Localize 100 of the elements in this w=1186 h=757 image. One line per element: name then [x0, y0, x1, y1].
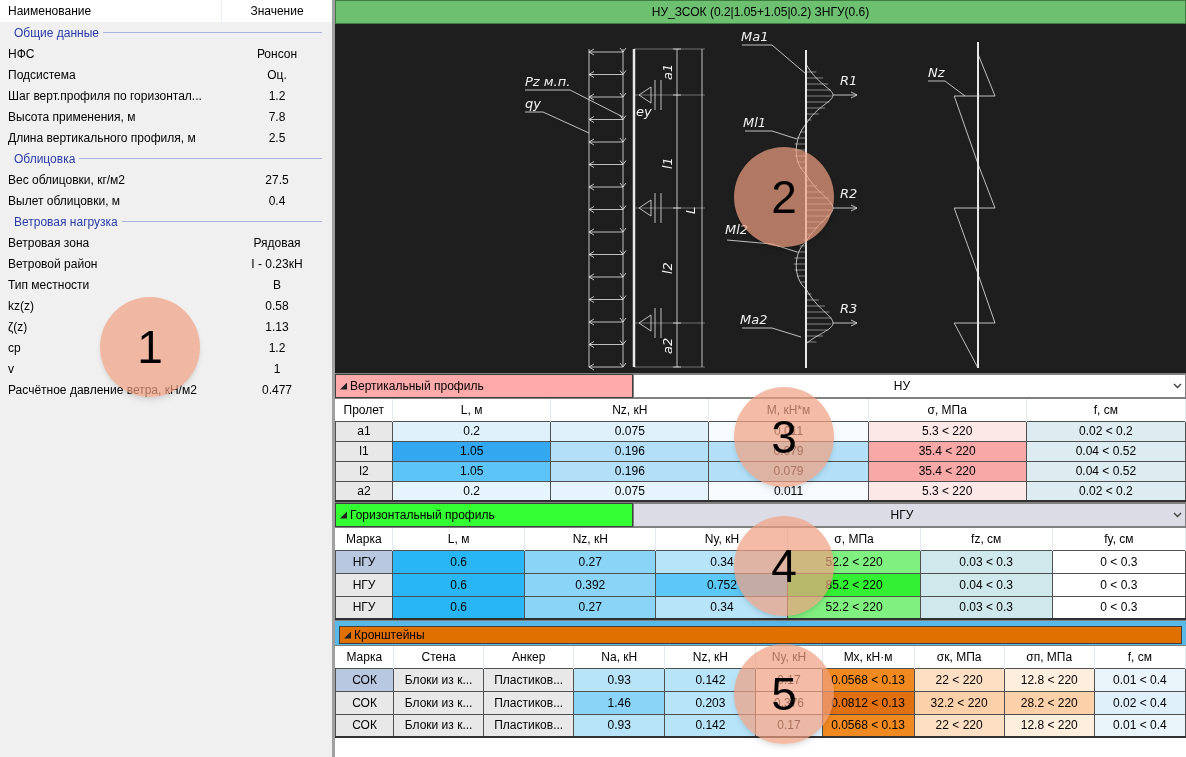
diagram-label: R3	[840, 301, 858, 316]
row-header[interactable]: НГУ	[335, 573, 393, 596]
group-header[interactable]: Облицовка	[14, 149, 76, 168]
row-header[interactable]: l1	[335, 441, 393, 461]
table-cell: 0.03 < 0.3	[920, 596, 1053, 619]
property-value[interactable]: Рядовая	[253, 233, 301, 252]
column-header[interactable]: fy, см	[1104, 531, 1134, 546]
table-cell: 0.6	[392, 596, 525, 619]
table-cell: 0.27	[524, 596, 656, 619]
property-value[interactable]: 7.8	[268, 107, 286, 126]
group-header[interactable]: Ветровая нагрузка	[14, 212, 118, 231]
chevron-icon	[1173, 512, 1182, 518]
property-value[interactable]: 0.58	[265, 296, 289, 315]
group-header[interactable]: Общие данные	[14, 23, 100, 42]
table-cell: 12.8 < 220	[1004, 668, 1095, 691]
property-value[interactable]: 2.5	[268, 128, 286, 147]
column-header[interactable]: f, см	[1093, 402, 1118, 417]
property-value[interactable]: 1	[273, 359, 281, 378]
table-cell: 0.2	[392, 421, 551, 441]
property-name: Тип местности	[8, 277, 90, 292]
diagram-label: a2	[660, 337, 675, 354]
row-header[interactable]: СОК	[335, 668, 394, 691]
section-title: Кронштейны	[354, 627, 425, 644]
column-header[interactable]: f, см	[1127, 649, 1152, 664]
property-value[interactable]: 0.477	[262, 380, 292, 399]
table-cell: Блоки из к...	[393, 668, 484, 691]
diagram-label: a1	[660, 63, 675, 80]
table-cell: 0.03 < 0.3	[920, 550, 1053, 573]
property-value[interactable]: Ронсон	[256, 44, 298, 63]
property-name: ζ(z)	[8, 319, 28, 334]
collapse-icon	[340, 382, 347, 390]
column-header[interactable]: Nz, кН	[572, 531, 608, 546]
property-value[interactable]: 1.2	[268, 86, 286, 105]
chevron-icon	[1173, 383, 1182, 389]
column-header[interactable]: Анкер	[512, 649, 546, 664]
column-header[interactable]: Na, кН	[601, 649, 638, 664]
property-name: Ветровая зона	[8, 235, 90, 250]
row-header[interactable]: l2	[335, 461, 393, 481]
property-name: Высота применения, м	[8, 109, 136, 124]
column-header[interactable]: σк, МПа	[936, 649, 982, 664]
property-value[interactable]: Оц.	[267, 65, 287, 84]
column-header[interactable]: Nz, кН	[612, 402, 648, 417]
load-case-dropdown[interactable]: НУ	[633, 374, 1186, 398]
table-cell: 0.04 < 0.3	[920, 573, 1053, 596]
table-cell: 0.01 < 0.4	[1094, 668, 1186, 691]
table-cell: 0 < 0.3	[1052, 550, 1186, 573]
column-header[interactable]: Mx, кН·м	[843, 649, 893, 664]
diagram-label: R1	[840, 73, 858, 88]
section-header[interactable]: Вертикальный профиль	[335, 374, 633, 398]
table-cell: 0.392	[524, 573, 656, 596]
property-value[interactable]: B	[273, 275, 281, 294]
column-header[interactable]: L, м	[460, 402, 483, 417]
property-name: Длина вертикального профиля, м	[8, 130, 196, 145]
column-header[interactable]: Марка	[346, 649, 383, 664]
row-header[interactable]: a1	[335, 421, 393, 441]
column-header[interactable]: σ, МПа	[927, 402, 967, 417]
row-header[interactable]: НГУ	[335, 596, 393, 619]
section-header[interactable]: Кронштейны	[339, 626, 1182, 644]
section-title: Горизонтальный профиль	[350, 507, 495, 524]
column-header[interactable]: Nz, кН	[692, 649, 728, 664]
column-header[interactable]: σ, МПа	[834, 531, 874, 546]
row-header[interactable]: СОК	[335, 714, 394, 737]
column-header[interactable]: L, м	[447, 531, 470, 546]
diagram-label: Ml1	[743, 115, 767, 130]
diagram-label: ey	[636, 104, 652, 119]
column-header[interactable]: Стена	[421, 649, 456, 664]
diagram-label: Ma1	[741, 29, 769, 44]
table-cell: 0.6	[392, 550, 525, 573]
column-header[interactable]: fz, см	[971, 531, 1002, 546]
row-header[interactable]: НГУ	[335, 550, 393, 573]
column-header[interactable]: σп, МПа	[1026, 649, 1073, 664]
table-cell: 22 < 220	[914, 668, 1005, 691]
property-value[interactable]: 1.13	[265, 317, 289, 336]
diagram-label: l2	[660, 262, 675, 274]
column-header[interactable]: Наименование	[0, 0, 222, 22]
property-value[interactable]: 27.5	[265, 170, 289, 189]
property-name: Ветровой район	[8, 256, 98, 271]
table-cell: 0.075	[550, 421, 709, 441]
property-name: Подсистема	[8, 67, 76, 82]
property-name: Вылет облицовки, м	[8, 193, 121, 208]
section-title: Вертикальный профиль	[350, 378, 484, 395]
column-header[interactable]: Пролет	[343, 402, 384, 417]
collapse-icon	[340, 511, 347, 519]
property-value[interactable]: 0.4	[268, 191, 286, 210]
column-header[interactable]: Значение	[222, 2, 332, 20]
property-value[interactable]: I - 0.23кН	[251, 254, 303, 273]
property-name: Шаг верт.профиля по горизонтал...	[8, 88, 202, 103]
section-header[interactable]: Горизонтальный профиль	[335, 503, 633, 527]
column-header[interactable]: Марка	[345, 531, 382, 546]
property-name: kz(z)	[8, 298, 34, 313]
property-name: v	[8, 361, 14, 376]
table-cell: 0.6	[392, 573, 525, 596]
load-case-dropdown[interactable]: НГУ	[633, 503, 1186, 527]
property-name: НФС	[8, 46, 35, 61]
property-value[interactable]: 1.2	[268, 338, 286, 357]
table-cell: 0.93	[573, 668, 665, 691]
row-header[interactable]: СОК	[335, 691, 394, 714]
diagram-label: Pz м.п.	[525, 74, 571, 89]
scheme-title-bar: НУ_ЗСОК (0.2|1.05+1.05|0.2) ЗНГУ(0.6)	[335, 0, 1186, 24]
row-header[interactable]: a2	[335, 481, 393, 501]
